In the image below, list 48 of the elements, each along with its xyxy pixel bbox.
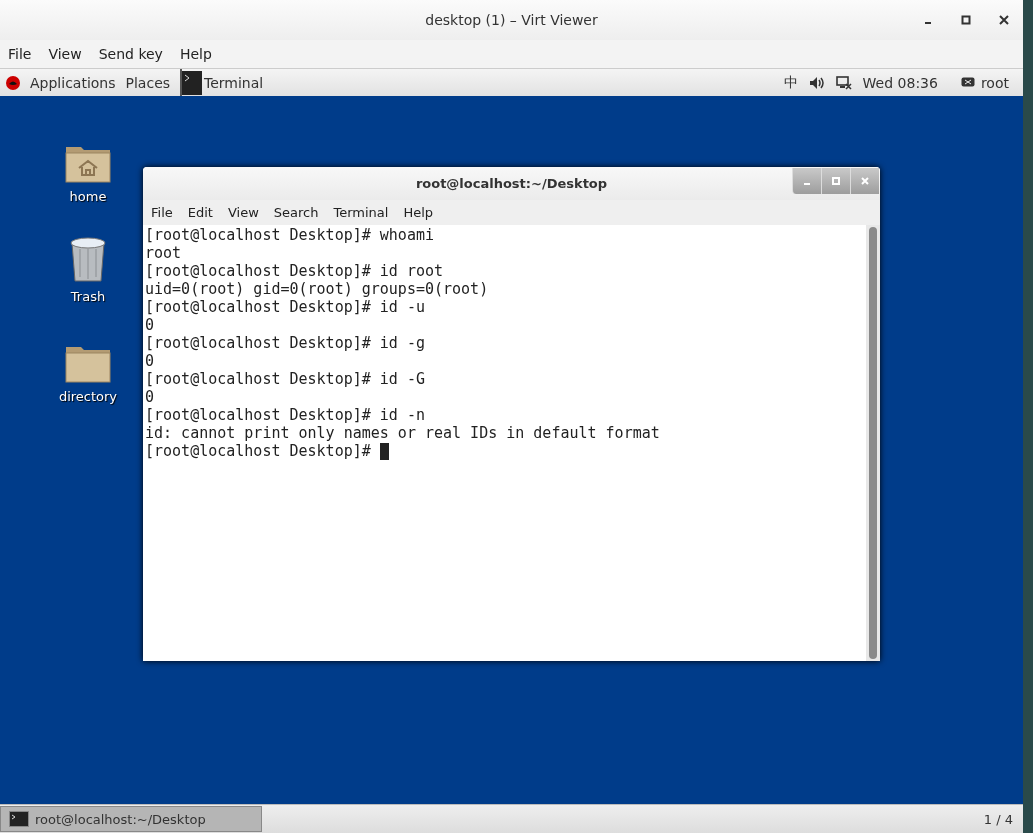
terminal-line: [root@localhost Desktop]# id -n [145,406,425,424]
input-method-indicator[interactable]: 中 [783,73,798,92]
terminal-title: root@localhost:~/Desktop [415,176,608,191]
desktop-icon-label[interactable]: directory [58,389,118,404]
terminal-icon [182,70,203,95]
menu-item[interactable]: Edit [187,205,213,220]
menu-item[interactable]: Search [273,205,319,220]
scrollbar[interactable] [866,225,880,661]
terminal-line: 0 [145,316,155,334]
menu-item[interactable]: View [48,46,82,62]
maximize-icon[interactable] [961,15,971,25]
trash-can-icon[interactable] [68,235,108,283]
menu-item[interactable]: File [8,46,32,62]
applications-menu[interactable]: Applications [30,74,116,91]
terminal-line: id: cannot print only names or real IDs in default format [145,424,660,442]
terminal-line: [root@localhost Desktop]# [145,442,372,460]
volume-icon[interactable] [808,75,825,90]
menu-item[interactable]: Help [179,46,212,62]
desktop-icon-label[interactable]: Trash [70,289,106,304]
terminal-line: uid=0(root) gid=0(root) groups=0(root) [145,280,489,298]
menu-item[interactable]: Terminal [333,205,389,220]
close-icon[interactable] [999,15,1009,25]
menu-item[interactable]: Send key [98,46,163,62]
places-menu[interactable]: Places [125,74,171,91]
workspace-indicator[interactable]: 1 / 4 [983,811,1013,827]
hat-logo-icon [6,75,20,90]
terminal-line: 0 [145,388,155,406]
terminal-line: 0 [145,352,155,370]
terminal-line: [root@localhost Desktop]# id -u [145,298,425,316]
user-status-icon[interactable] [960,76,975,89]
window-title: desktop (1) – Virt Viewer [425,12,598,28]
terminal-line: [root@localhost Desktop]# whoami [145,226,434,244]
user-menu[interactable]: root [980,74,1009,91]
desktop-icon-label[interactable]: home [69,189,107,204]
terminal-icon [9,811,29,827]
network-icon[interactable] [835,75,852,90]
terminal-line: root [145,244,182,262]
terminal-line: [root@localhost Desktop]# id -G [145,370,425,388]
menu-item[interactable]: File [151,205,173,220]
taskbar-button[interactable]: root@localhost:~/Desktop [0,806,262,832]
terminal-line: [root@localhost Desktop]# id root [145,262,443,280]
close-icon [861,177,869,185]
clock[interactable]: Wed 08:36 [862,74,938,91]
menu-item[interactable]: Help [403,205,434,220]
maximize-icon [832,177,840,185]
terminal-line: [root@localhost Desktop]# id -g [145,334,425,352]
maximize-button[interactable] [821,168,850,194]
menu-item[interactable]: View [227,205,259,220]
